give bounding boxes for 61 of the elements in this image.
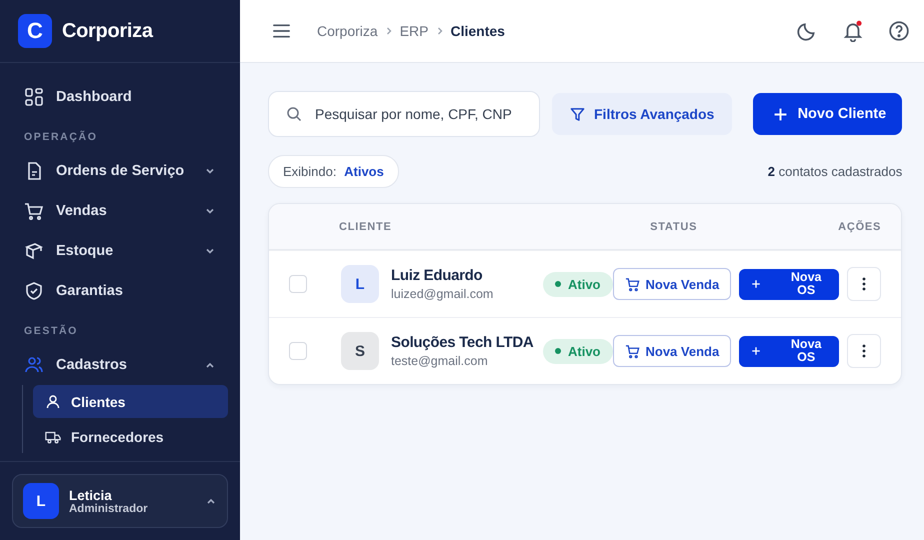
chevron-right-icon (436, 26, 444, 36)
client-email: luized@gmail.com (391, 287, 494, 301)
row-checkbox[interactable] (289, 275, 307, 293)
nav-item[interactable]: Dashboard (12, 77, 228, 117)
help-icon[interactable] (888, 20, 910, 42)
box-icon (24, 241, 44, 261)
user-name: Leticia (69, 488, 113, 502)
cart-icon (24, 201, 44, 221)
search-icon (286, 106, 302, 122)
more-icon (862, 277, 866, 291)
client-email: teste@gmail.com (391, 354, 489, 368)
plus-icon (751, 346, 762, 356)
plus-icon (751, 279, 762, 289)
nav-item[interactable]: Garantias (12, 271, 228, 311)
search-field[interactable]: Pesquisar por nome, CPF, CNP (268, 91, 540, 137)
new-sale-button[interactable]: Nova Venda (612, 268, 732, 300)
client-name: Luiz Eduardo (391, 267, 484, 284)
filter-icon (570, 106, 585, 122)
nav-item[interactable]: Cadastros (12, 345, 228, 385)
filters-button[interactable]: Filtros Avançados (552, 93, 732, 135)
person-icon (45, 394, 61, 410)
more-icon (862, 344, 866, 358)
cart-icon (624, 276, 640, 292)
users-icon (24, 355, 44, 375)
nav-item[interactable]: Estoque (12, 231, 228, 271)
client-name: Soluções Tech LTDA (391, 334, 534, 351)
section-heading: GESTÃO (23, 324, 79, 339)
shield-icon (24, 281, 44, 301)
plus-icon (772, 106, 788, 122)
status-badge: Ativo (543, 272, 612, 296)
section-heading: OPERAÇÃO (23, 130, 98, 145)
user-card[interactable]: L Leticia Administrador (12, 474, 228, 528)
nav-subitem[interactable]: Fornecedores (33, 420, 228, 453)
user-role: Administrador (69, 502, 149, 514)
breadcrumb-item: Clientes (450, 23, 505, 39)
nav-item[interactable]: Vendas (12, 191, 228, 231)
new-sale-button[interactable]: Nova Venda (612, 335, 732, 367)
chevron-right-icon (384, 26, 393, 36)
column-header: AÇÕES (838, 220, 882, 232)
new-os-button[interactable]: Nova OS (739, 336, 840, 366)
breadcrumb-item[interactable]: Corporiza (317, 23, 378, 39)
logo-icon: C (18, 14, 52, 48)
new-client-button[interactable]: Novo Cliente (752, 93, 902, 135)
nav-item[interactable]: Ordens de Serviço (12, 151, 228, 191)
new-os-button[interactable]: Nova OS (739, 268, 840, 300)
client-avatar: S (341, 332, 379, 370)
cart-icon (624, 344, 640, 358)
nav-subitem[interactable]: Clientes (33, 385, 228, 418)
dashboard-icon (24, 87, 44, 107)
filter-chip[interactable]: Exibindo: Ativos (268, 155, 399, 188)
avatar: L (23, 483, 59, 519)
contacts-count: 2 contatos cadastrados (768, 164, 902, 179)
breadcrumb-item[interactable]: ERP (400, 23, 428, 39)
notification-icon[interactable] (842, 20, 864, 42)
row-checkbox[interactable] (289, 342, 307, 360)
client-avatar: L (341, 265, 379, 303)
column-header: STATUS (650, 220, 698, 232)
status-badge: Ativo (543, 338, 612, 364)
brand-name: Corporiza (62, 20, 153, 42)
column-header: CLIENTE (339, 220, 393, 232)
menu-icon[interactable] (272, 23, 291, 39)
